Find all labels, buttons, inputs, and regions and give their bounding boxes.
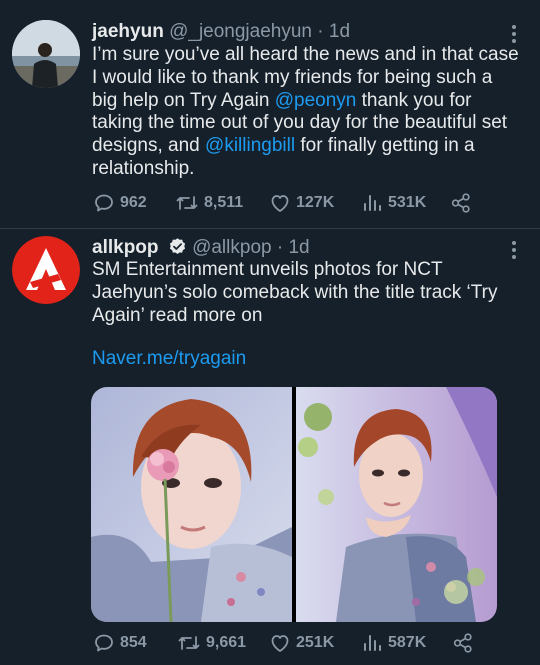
retweet-button[interactable]: 8,511 [174,190,243,216]
tweet-header: allkpop @allkpop · 1d [92,236,310,260]
like-button[interactable]: 251K [268,630,334,656]
like-icon [271,635,289,652]
views-icon [364,195,381,211]
retweet-button[interactable]: 9,661 [176,630,246,656]
mention-peonyn[interactable]: @peonyn [275,90,357,111]
share-icon [453,633,472,653]
tweet-actions: 962 8,511 127K 531K [92,190,492,216]
views-count: 531K [388,194,427,211]
share-button[interactable] [450,190,472,216]
retweet-icon [178,636,200,650]
photo-2[interactable] [296,387,497,622]
views-count: 587K [388,634,427,651]
reply-button[interactable]: 854 [92,630,147,656]
reply-count: 962 [120,194,147,211]
tweet-actions: 854 9,661 251K 587K [92,630,492,656]
retweet-icon [176,196,198,210]
reply-button[interactable]: 962 [92,190,147,216]
like-count: 127K [296,194,335,211]
photo-1[interactable] [91,387,292,622]
reply-icon [95,634,113,652]
tweet-text: SM Entertainment unveils photos for NCT … [92,259,498,326]
more-icon[interactable] [502,22,526,46]
timestamp[interactable]: · 1d [317,21,350,42]
tweet-header: jaehyun @_jeongjaehyun · 1d [92,20,350,44]
mention-killingbill[interactable]: @killingbill [205,135,295,156]
views-button[interactable]: 531K [360,190,426,216]
share-button[interactable] [452,630,474,656]
article-link[interactable]: Naver.me/tryagain [92,348,246,370]
retweet-count: 8,511 [204,194,244,211]
timeline: jaehyun @_jeongjaehyun · 1d I’m sure you… [0,0,540,665]
display-name[interactable]: allkpop [92,237,159,258]
reply-icon [95,194,113,212]
allkpop-logo [12,236,80,304]
views-icon [364,635,381,651]
avatar-jaehyun[interactable] [12,20,80,88]
retweet-count: 9,661 [206,634,247,651]
reply-count: 854 [120,634,147,651]
like-button[interactable]: 127K [268,190,334,216]
timestamp[interactable]: · 1d [277,237,310,258]
media-grid[interactable] [91,387,497,622]
like-count: 251K [296,634,335,651]
like-icon [271,195,289,212]
share-icon [451,193,470,213]
display-name[interactable]: jaehyun [92,21,164,42]
tweet-text: I’m sure you’ve all heard the news and i… [92,44,522,181]
views-button[interactable]: 587K [360,630,426,656]
avatar-allkpop[interactable] [12,236,80,304]
user-handle[interactable]: @_jeongjaehyun [169,21,312,42]
user-handle[interactable]: @allkpop [192,237,272,258]
